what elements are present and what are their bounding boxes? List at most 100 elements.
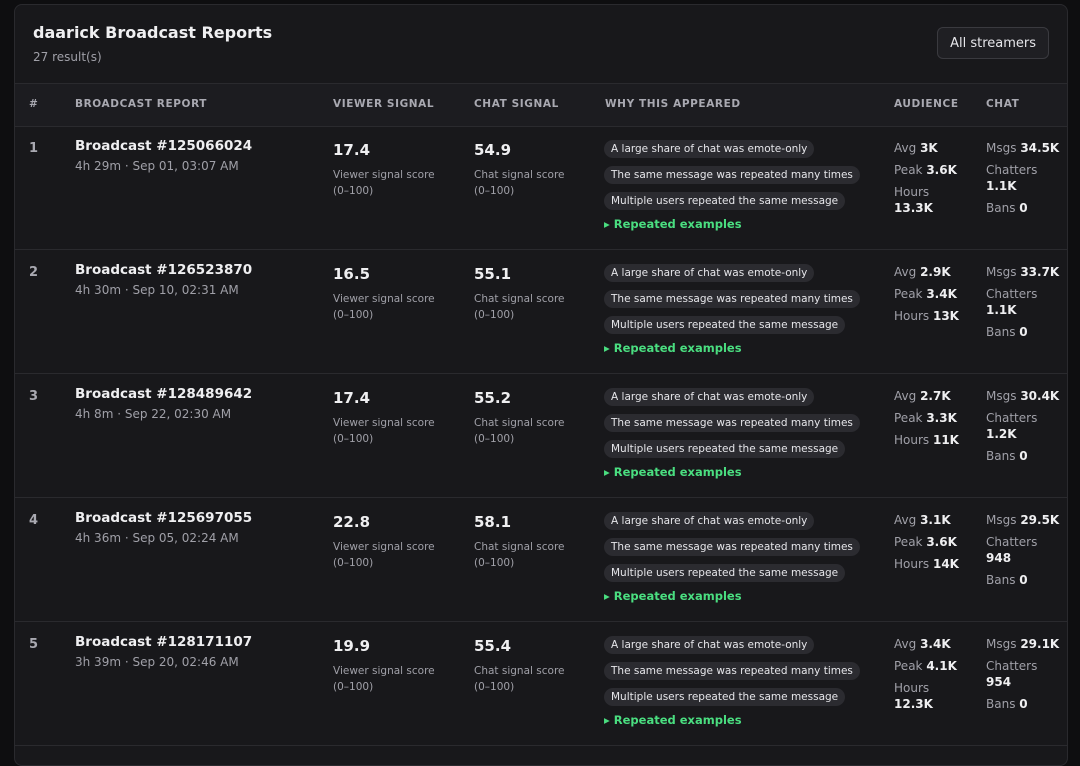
chat-bans: Bans 0 <box>986 325 1028 339</box>
chat-stats: Msgs 29.5K Chatters 948 Bans 0 <box>986 509 1059 591</box>
chat-stats: Msgs 33.7K Chatters 1.1K Bans 0 <box>986 261 1059 343</box>
viewer-signal-value: 22.8 <box>333 513 371 531</box>
chat-signal-label: Chat signal score (0–100) <box>474 291 565 323</box>
audience-stats: Avg 3.4K Peak 4.1K Hours 12.3K <box>894 633 957 715</box>
viewer-signal-value: 17.4 <box>333 389 371 407</box>
viewer-score-range: (0–100) <box>333 681 374 693</box>
audience-hours: Hours 13K <box>894 309 959 323</box>
chat-bans: Bans 0 <box>986 697 1028 711</box>
viewer-score-range: (0–100) <box>333 309 374 321</box>
reason-chip: A large share of chat was emote-only <box>604 388 815 406</box>
chat-signal-label: Chat signal score (0–100) <box>474 167 565 199</box>
table-row[interactable]: 2 Broadcast #126523870 4h 30m · Sep 10, … <box>15 249 1067 374</box>
row-rank: 5 <box>29 637 39 652</box>
row-rank: 4 <box>29 513 39 528</box>
reason-list: A large share of chat was emote-only The… <box>604 509 864 603</box>
chat-score-range: (0–100) <box>474 185 515 197</box>
table-row[interactable]: 4 Broadcast #125697055 4h 36m · Sep 05, … <box>15 497 1067 622</box>
chat-chatters: Chatters 948 <box>986 535 1038 565</box>
viewer-score-label: Viewer signal score <box>333 541 435 553</box>
audience-peak: Peak 3.6K <box>894 163 957 177</box>
audience-hours: Hours 12.3K <box>894 681 933 711</box>
chat-score-range: (0–100) <box>474 681 515 693</box>
audience-hours: Hours 14K <box>894 557 959 571</box>
chat-stats: Msgs 30.4K Chatters 1.2K Bans 0 <box>986 385 1059 467</box>
audience-stats: Avg 2.7K Peak 3.3K Hours 11K <box>894 385 959 451</box>
chat-score-label: Chat signal score <box>474 169 565 181</box>
chat-bans: Bans 0 <box>986 573 1028 587</box>
reason-list: A large share of chat was emote-only The… <box>604 385 864 479</box>
viewer-signal-label: Viewer signal score (0–100) <box>333 663 435 695</box>
viewer-signal-label: Viewer signal score (0–100) <box>333 291 435 323</box>
reason-chip: The same message was repeated many times <box>604 166 860 184</box>
table-row[interactable]: 1 Broadcast #125066024 4h 29m · Sep 01, … <box>15 125 1067 250</box>
table-header: # BROADCAST REPORT VIEWER SIGNAL CHAT SI… <box>15 83 1067 127</box>
audience-avg: Avg 3.1K <box>894 513 951 527</box>
chat-score-range: (0–100) <box>474 557 515 569</box>
chat-signal-value: 55.2 <box>474 389 512 407</box>
broadcast-title-link[interactable]: Broadcast #125697055 <box>75 510 252 526</box>
table-row[interactable]: 5 Broadcast #128171107 3h 39m · Sep 20, … <box>15 621 1067 746</box>
broadcast-meta: 4h 29m · Sep 01, 03:07 AM <box>75 159 239 173</box>
chat-bans: Bans 0 <box>986 449 1028 463</box>
viewer-score-label: Viewer signal score <box>333 169 435 181</box>
broadcast-meta: 3h 39m · Sep 20, 02:46 AM <box>75 655 239 669</box>
chat-chatters: Chatters 1.1K <box>986 163 1038 193</box>
chat-msgs: Msgs 30.4K <box>986 389 1060 403</box>
reason-chip: Multiple users repeated the same message <box>604 316 846 334</box>
col-why: WHY THIS APPEARED <box>605 98 741 110</box>
reason-chip: A large share of chat was emote-only <box>604 140 815 158</box>
chat-stats: Msgs 29.1K Chatters 954 Bans 0 <box>986 633 1059 715</box>
viewer-signal-value: 16.5 <box>333 265 371 283</box>
audience-avg: Avg 2.9K <box>894 265 951 279</box>
all-streamers-button[interactable]: All streamers <box>937 27 1049 59</box>
chat-msgs: Msgs 33.7K <box>986 265 1060 279</box>
viewer-signal-label: Viewer signal score (0–100) <box>333 539 435 571</box>
audience-peak: Peak 3.3K <box>894 411 957 425</box>
row-rank: 1 <box>29 141 39 156</box>
repeated-examples-toggle[interactable]: ▸ Repeated examples <box>604 341 864 355</box>
viewer-score-range: (0–100) <box>333 433 374 445</box>
chat-chatters: Chatters 954 <box>986 659 1038 689</box>
reason-list: A large share of chat was emote-only The… <box>604 137 864 231</box>
row-rank: 3 <box>29 389 39 404</box>
repeated-examples-toggle[interactable]: ▸ Repeated examples <box>604 589 864 603</box>
repeated-examples-toggle[interactable]: ▸ Repeated examples <box>604 217 864 231</box>
col-audience: AUDIENCE <box>894 98 959 110</box>
table-row[interactable]: 3 Broadcast #128489642 4h 8m · Sep 22, 0… <box>15 373 1067 498</box>
reason-chip: Multiple users repeated the same message <box>604 440 846 458</box>
chat-signal-label: Chat signal score (0–100) <box>474 415 565 447</box>
repeated-examples-toggle[interactable]: ▸ Repeated examples <box>604 465 864 479</box>
broadcast-meta: 4h 36m · Sep 05, 02:24 AM <box>75 531 239 545</box>
audience-peak: Peak 3.4K <box>894 287 957 301</box>
viewer-signal-label: Viewer signal score (0–100) <box>333 415 435 447</box>
broadcast-title-link[interactable]: Broadcast #125066024 <box>75 138 252 154</box>
reason-chip: A large share of chat was emote-only <box>604 512 815 530</box>
reason-chip: A large share of chat was emote-only <box>604 264 815 282</box>
audience-avg: Avg 3K <box>894 141 938 155</box>
audience-peak: Peak 4.1K <box>894 659 957 673</box>
audience-stats: Avg 2.9K Peak 3.4K Hours 13K <box>894 261 959 327</box>
broadcast-title-link[interactable]: Broadcast #128489642 <box>75 386 252 402</box>
viewer-signal-label: Viewer signal score (0–100) <box>333 167 435 199</box>
reason-chip: The same message was repeated many times <box>604 290 860 308</box>
audience-hours: Hours 11K <box>894 433 959 447</box>
chat-signal-label: Chat signal score (0–100) <box>474 663 565 695</box>
viewer-signal-value: 19.9 <box>333 637 371 655</box>
chat-msgs: Msgs 29.1K <box>986 637 1060 651</box>
audience-stats: Avg 3.1K Peak 3.6K Hours 14K <box>894 509 959 575</box>
broadcast-title-link[interactable]: Broadcast #126523870 <box>75 262 252 278</box>
reason-chip: Multiple users repeated the same message <box>604 564 846 582</box>
col-rank: # <box>29 98 39 110</box>
chat-score-label: Chat signal score <box>474 417 565 429</box>
chat-chatters: Chatters 1.1K <box>986 287 1038 317</box>
chat-signal-label: Chat signal score (0–100) <box>474 539 565 571</box>
broadcast-title-link[interactable]: Broadcast #128171107 <box>75 634 252 650</box>
reason-chip: The same message was repeated many times <box>604 414 860 432</box>
chat-signal-value: 55.4 <box>474 637 512 655</box>
repeated-examples-toggle[interactable]: ▸ Repeated examples <box>604 713 864 727</box>
col-report: BROADCAST REPORT <box>75 98 208 110</box>
chat-signal-value: 55.1 <box>474 265 512 283</box>
viewer-score-label: Viewer signal score <box>333 417 435 429</box>
audience-hours: Hours 13.3K <box>894 185 933 215</box>
